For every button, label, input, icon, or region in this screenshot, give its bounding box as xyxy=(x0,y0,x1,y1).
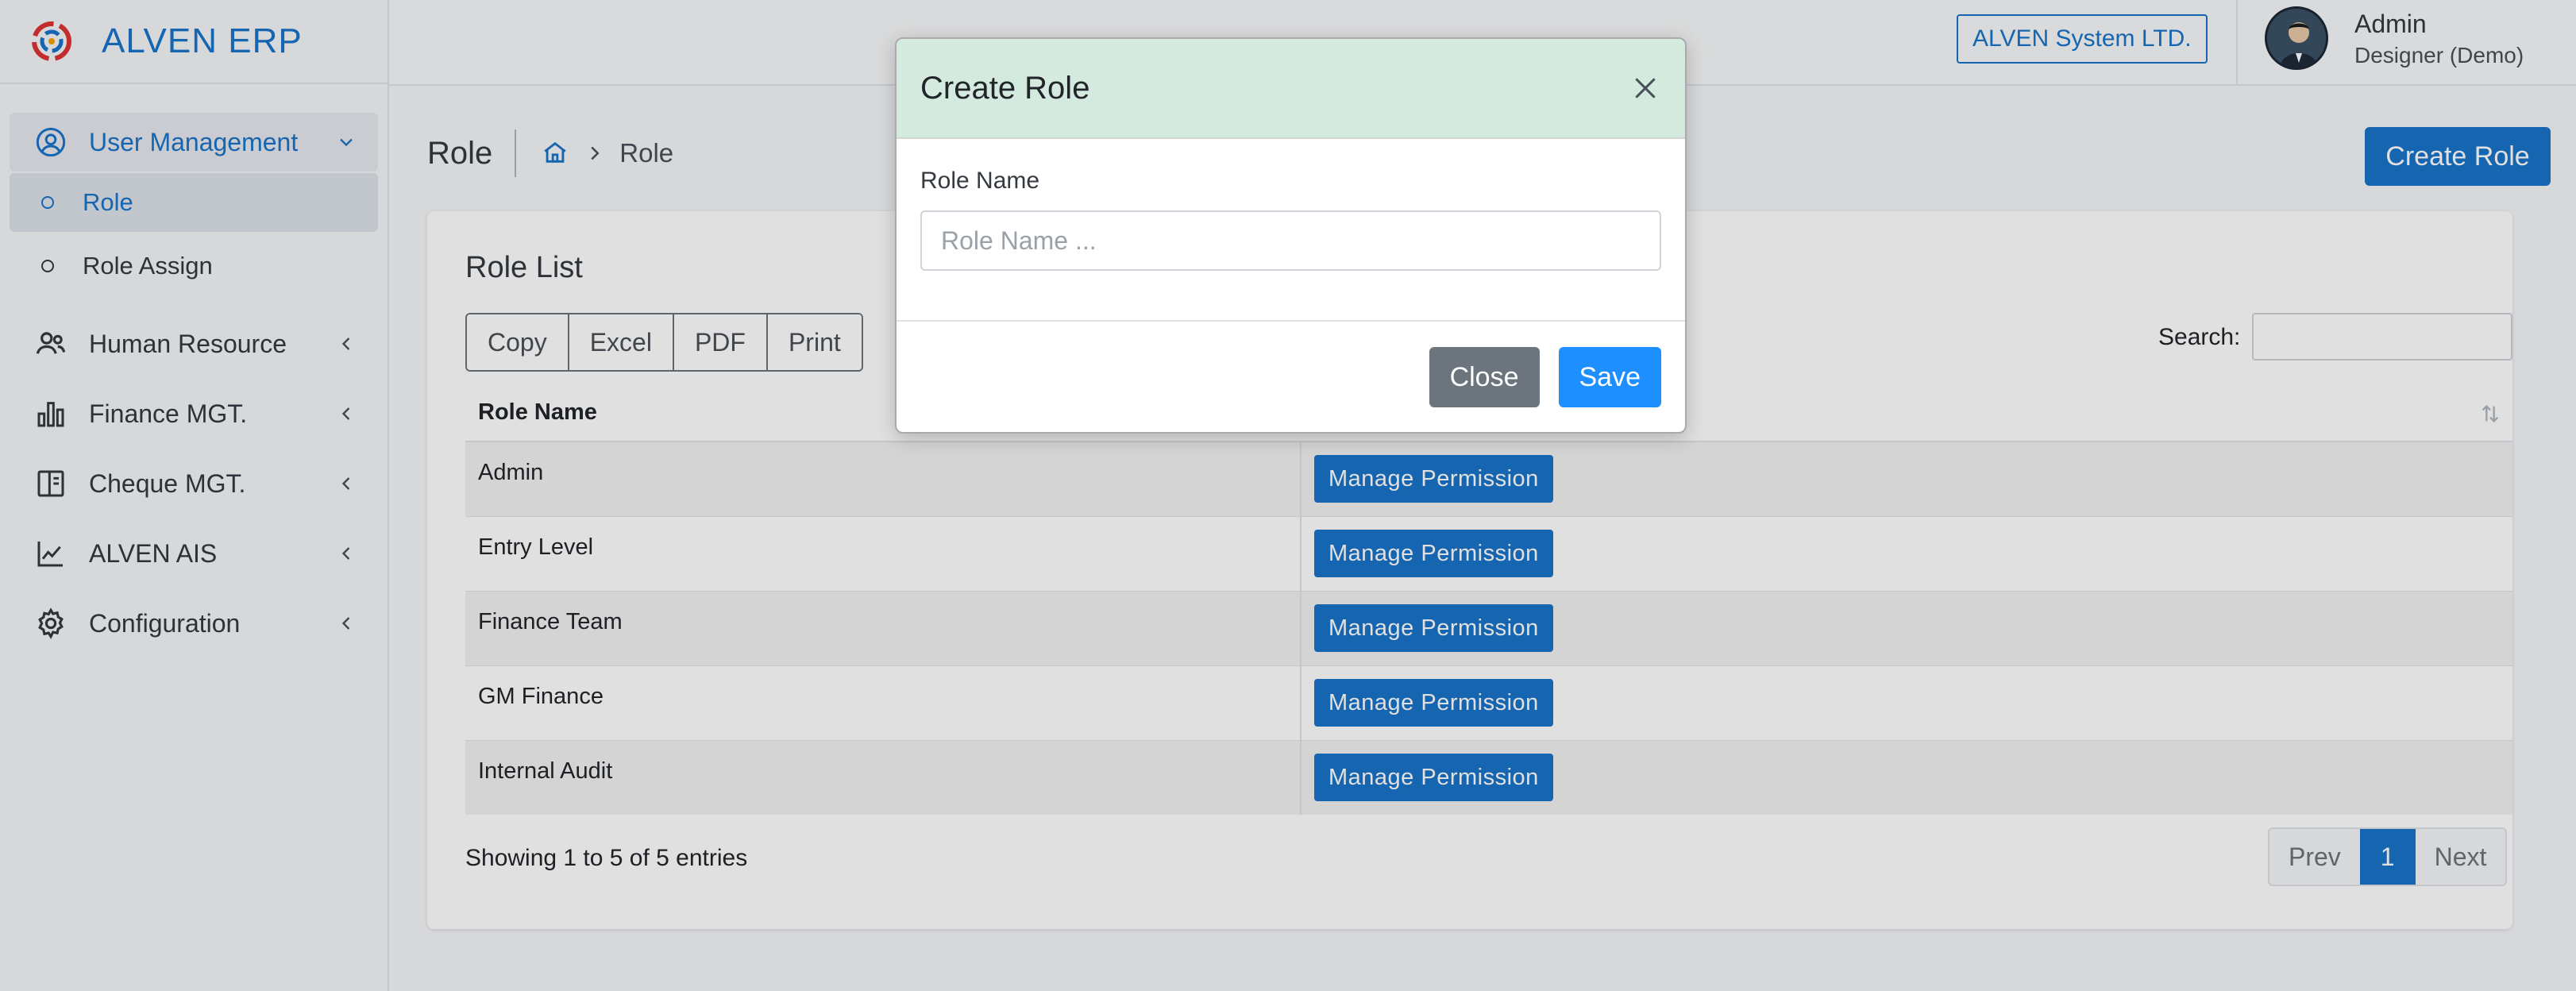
save-button[interactable]: Save xyxy=(1558,347,1661,407)
close-button[interactable]: Close xyxy=(1429,347,1540,407)
close-icon[interactable] xyxy=(1629,72,1661,104)
role-name-input[interactable] xyxy=(920,210,1661,271)
modal-header: Create Role xyxy=(897,39,1685,139)
create-role-modal: Create Role Role Name Close Save xyxy=(895,37,1687,434)
role-name-label: Role Name xyxy=(920,168,1040,194)
modal-footer: Close Save xyxy=(897,322,1685,407)
modal-title: Create Role xyxy=(920,70,1090,106)
modal-body: Role Name xyxy=(897,139,1685,322)
